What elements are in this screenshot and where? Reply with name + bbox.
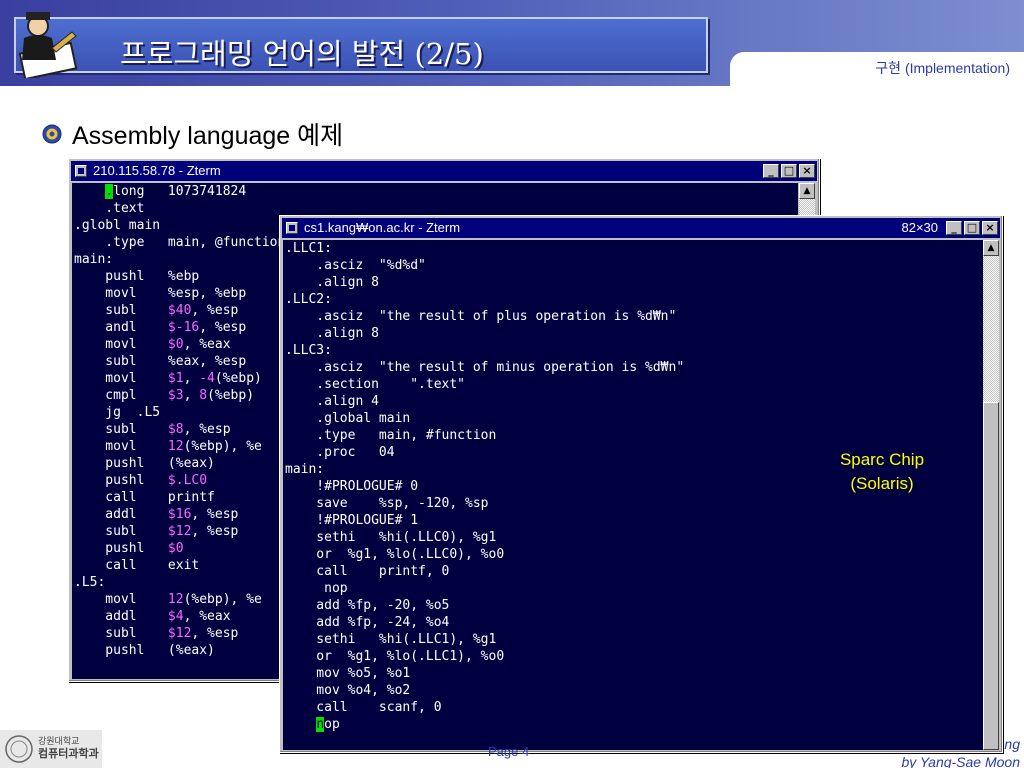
back-window-title-bar[interactable]: 210.115.58.78 - Zterm _ □ × bbox=[71, 161, 817, 181]
scholar-writing-icon bbox=[18, 12, 78, 78]
terminal-line: !#PROLOGUE# 1 bbox=[285, 513, 419, 528]
slide-subtitle: 구현 (Implementation) bbox=[875, 60, 1010, 76]
window-menu-icon[interactable] bbox=[75, 165, 87, 177]
terminal-line: .align 8 bbox=[285, 275, 379, 290]
terminal-line: add %fp, -20, %o5 bbox=[285, 598, 450, 613]
bullet-row: Assembly language 예제 bbox=[42, 116, 343, 152]
footer-logo-line-2: 컴퓨터과학과 bbox=[38, 747, 99, 760]
title-box: 프로그래밍 언어의 발전 (2/5) bbox=[14, 17, 708, 73]
annotation-line-2: (Solaris) bbox=[850, 474, 914, 493]
terminal-line: or %g1, %lo(.LLC1), %o0 bbox=[285, 649, 505, 664]
bullet-text: Assembly language 예제 bbox=[72, 122, 344, 150]
footer-line-2: by Yang-Sae Moon bbox=[901, 754, 1020, 768]
scroll-up-button[interactable]: ▲ bbox=[799, 183, 815, 199]
terminal-line: .asciz "the result of minus operation is… bbox=[285, 360, 685, 375]
terminal-line: .asciz "%d%d" bbox=[285, 258, 426, 273]
scroll-thumb[interactable] bbox=[983, 402, 999, 750]
footer-logo-text: 강원대학교 컴퓨터과학과 bbox=[38, 736, 99, 760]
maximize-button[interactable]: □ bbox=[964, 221, 980, 235]
terminal-line: mov %o4, %o2 bbox=[285, 683, 411, 698]
terminal-line: .asciz "the result of plus operation is … bbox=[285, 309, 677, 324]
front-window-title-bar[interactable]: cs1.kang₩on.ac.kr - Zterm 82×30 _ □ × bbox=[282, 218, 1000, 238]
front-window-controls: _ □ × bbox=[944, 221, 998, 235]
terminal-line: add %fp, -24, %o4 bbox=[285, 615, 450, 630]
close-button[interactable]: × bbox=[982, 221, 998, 235]
terminal-line: call scanf, 0 bbox=[285, 700, 442, 715]
footer-page-number: Page 4 bbox=[488, 744, 530, 759]
terminal-line: or %g1, %lo(.LLC0), %o0 bbox=[285, 547, 505, 562]
terminal-line: .global main bbox=[285, 411, 411, 426]
terminal-line: .LLC3: bbox=[285, 343, 332, 358]
slide: 프로그래밍 언어의 발전 (2/5) 구현 (Implementation) A… bbox=[0, 0, 1024, 768]
footer-logo: 강원대학교 컴퓨터과학과 bbox=[0, 730, 102, 768]
annotation-line-1: Sparc Chip bbox=[839, 450, 925, 469]
text-cursor: . bbox=[105, 184, 114, 199]
sparc-chip-annotation: Sparc Chip (Solaris) bbox=[818, 448, 946, 496]
terminal-line: call printf, 0 bbox=[285, 564, 450, 579]
back-window-controls: _ □ × bbox=[761, 164, 815, 178]
terminal-line: nop bbox=[285, 581, 348, 596]
terminal-line: .LLC1: bbox=[285, 241, 332, 256]
subtitle-tab: 구현 (Implementation) bbox=[730, 52, 1024, 86]
back-window-title: 210.115.58.78 - Zterm bbox=[93, 163, 221, 178]
university-seal-icon bbox=[5, 735, 33, 763]
terminal-line: nop bbox=[316, 717, 340, 732]
university-emblem-icon bbox=[42, 124, 62, 144]
close-button[interactable]: × bbox=[799, 164, 815, 178]
terminal-line: sethi %hi(.LLC1), %g1 bbox=[285, 632, 497, 647]
footer-author: ng by Yang-Sae Moon bbox=[901, 735, 1020, 768]
front-scrollbar[interactable]: ▲ bbox=[983, 240, 999, 750]
terminal-line: save %sp, -120, %sp bbox=[285, 496, 489, 511]
window-menu-icon[interactable] bbox=[286, 222, 298, 234]
terminal-size-readout: 82×30 bbox=[901, 220, 938, 235]
terminal-line: .align 8 bbox=[285, 326, 379, 341]
terminal-line: .type main, #function bbox=[285, 428, 497, 443]
minimize-button[interactable]: _ bbox=[763, 164, 779, 178]
terminal-line: mov %o5, %o1 bbox=[285, 666, 411, 681]
terminal-line: sethi %hi(.LLC0), %g1 bbox=[285, 530, 497, 545]
terminal-line: .align 4 bbox=[285, 394, 379, 409]
terminal-line: .long 1073741824 bbox=[105, 184, 247, 199]
terminal-line: .LLC2: bbox=[285, 292, 332, 307]
front-window-title: cs1.kang₩on.ac.kr - Zterm bbox=[304, 220, 461, 235]
footer-line-1: ng bbox=[1004, 736, 1020, 752]
terminal-line: .section ".text" bbox=[285, 377, 466, 392]
slide-title: 프로그래밍 언어의 발전 (2/5) bbox=[120, 37, 484, 71]
text-cursor: n bbox=[316, 717, 325, 732]
scroll-up-button[interactable]: ▲ bbox=[983, 240, 999, 256]
maximize-button[interactable]: □ bbox=[781, 164, 797, 178]
minimize-button[interactable]: _ bbox=[946, 221, 962, 235]
